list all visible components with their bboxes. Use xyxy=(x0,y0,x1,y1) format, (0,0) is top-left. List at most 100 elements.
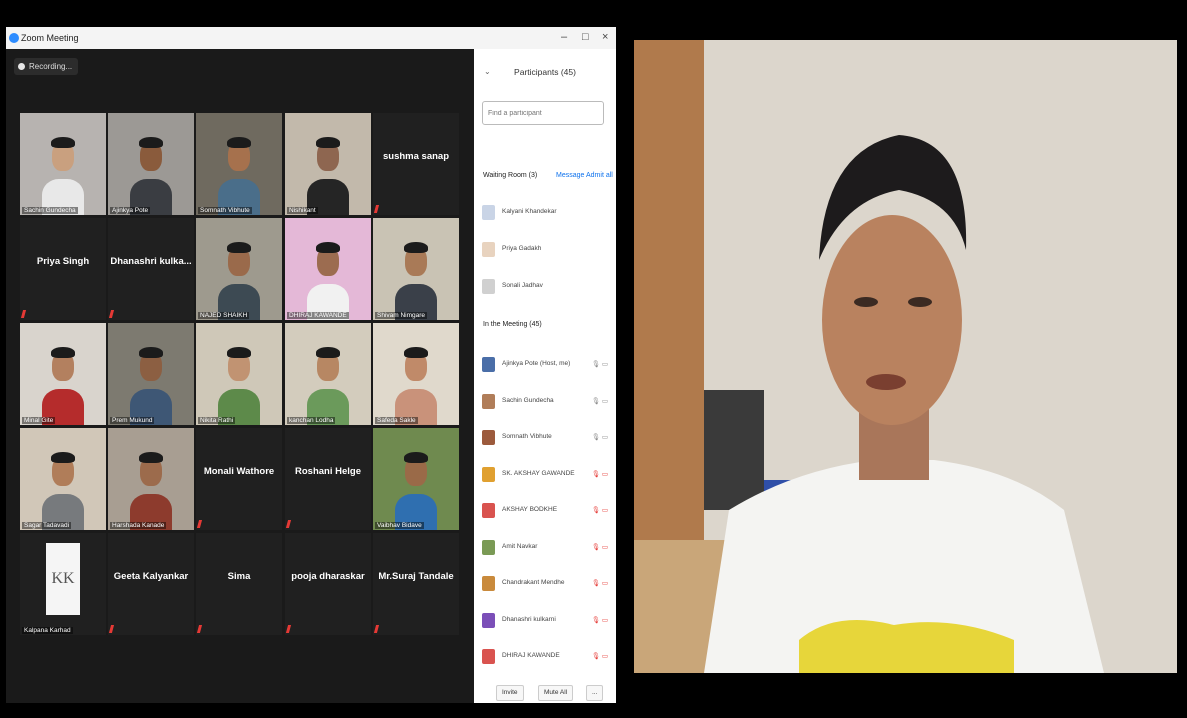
in-meeting-row[interactable]: Somnath Vibhute 🎙 ▭ xyxy=(482,428,612,448)
mic-muted-icon xyxy=(196,520,203,528)
in-meeting-row[interactable]: Sachin Gundecha 🎙 ▭ xyxy=(482,392,612,412)
maximize-button[interactable]: □ xyxy=(582,31,589,43)
minimize-button[interactable]: – xyxy=(561,31,567,43)
mic-muted-icon[interactable]: 🎙 ▭ xyxy=(592,543,608,551)
mic-muted-icon[interactable]: 🎙 ▭ xyxy=(592,652,608,660)
mic-muted-icon[interactable]: 🎙 ▭ xyxy=(592,579,608,587)
participant-hair xyxy=(316,242,340,253)
participant-search-input[interactable] xyxy=(482,101,604,125)
participant-name-label: Nikita Rathi xyxy=(198,417,236,424)
participant-tile[interactable]: Ajinkya Pote xyxy=(108,113,194,215)
participant-tile[interactable]: DHIRAJ KAWANDE xyxy=(285,218,371,320)
participant-tile[interactable]: Harshada Kanade xyxy=(108,428,194,530)
frame-border-bottom-right xyxy=(634,673,1187,718)
participant-name-label: Kalpana Karhad xyxy=(22,627,73,634)
participant-name: Somnath Vibhute xyxy=(502,433,552,440)
mic-icon[interactable]: 🎙 ▭ xyxy=(592,433,608,441)
participant-name-label: Shivam Nimgare xyxy=(375,312,428,319)
mute-all-button[interactable]: Mute All xyxy=(538,685,574,701)
participant-hair xyxy=(139,137,163,148)
more-button[interactable]: ... xyxy=(586,685,604,701)
participant-tile[interactable]: sushma sanap xyxy=(373,113,459,215)
in-meeting-row[interactable]: Chandrakant Mendhe 🎙 ▭ xyxy=(482,574,612,594)
participant-tile[interactable]: Somnath Vibhute xyxy=(196,113,282,215)
participant-tile[interactable]: Geeta Kalyankar xyxy=(108,533,194,635)
participant-hair xyxy=(51,452,75,463)
waiting-room-row[interactable]: Kalyani Khandekar xyxy=(482,203,612,223)
in-meeting-row[interactable]: Ajinkya Pote (Host, me) 🎙 ▭ xyxy=(482,355,612,375)
participant-tile[interactable]: Minal Gite xyxy=(20,323,106,425)
screenshot-collage: Zoom Meeting – □ × Recording... Sachin G… xyxy=(0,0,1187,718)
mouth xyxy=(866,374,906,390)
mic-icon[interactable]: 🎙 ▭ xyxy=(592,397,608,405)
profile-picture: KK xyxy=(46,543,80,615)
message-link[interactable]: Message xyxy=(556,172,584,179)
participant-tile[interactable]: Monali Wathore xyxy=(196,428,282,530)
admit-all-link[interactable]: Admit all xyxy=(586,172,613,179)
participant-tile[interactable]: Sima xyxy=(196,533,282,635)
participant-tile[interactable]: Sagar Tadavadi xyxy=(20,428,106,530)
frame-border-right xyxy=(1177,0,1187,718)
participant-tile[interactable]: Vaibhav Bidave xyxy=(373,428,459,530)
participant-tile[interactable]: Shivam Nimgare xyxy=(373,218,459,320)
in-meeting-label[interactable]: In the Meeting (45) xyxy=(483,321,542,328)
avatar xyxy=(482,539,495,555)
in-meeting-row[interactable]: Dhanashri kulkarni 🎙 ▭ xyxy=(482,611,612,631)
hand-truck xyxy=(704,390,764,510)
participant-tile[interactable]: Safeda Sakle xyxy=(373,323,459,425)
mic-muted-icon[interactable]: 🎙 ▭ xyxy=(592,470,608,478)
in-meeting-row[interactable]: AKSHAY BODKHE 🎙 ▭ xyxy=(482,501,612,521)
face xyxy=(822,215,962,425)
participant-name-text: Roshani Helge xyxy=(295,466,361,477)
avatar xyxy=(482,503,495,518)
participant-name-label: kanchan Lodha xyxy=(287,417,336,424)
participant-tile[interactable]: Nikita Rathi xyxy=(196,323,282,425)
participant-tile[interactable]: Priya Singh xyxy=(20,218,106,320)
in-meeting-row[interactable]: Amit Navkar 🎙 ▭ xyxy=(482,538,612,558)
window-title: Zoom Meeting xyxy=(21,33,79,43)
close-button[interactable]: × xyxy=(602,31,608,43)
participant-name: DHIRAJ KAWANDE xyxy=(502,652,560,659)
in-meeting-row[interactable]: SK. AKSHAY GAWANDE 🎙 ▭ xyxy=(482,465,612,485)
participant-tile[interactable]: Dhanashri kulka... xyxy=(108,218,194,320)
waiting-room-row[interactable]: Sonali Jadhav xyxy=(482,277,612,297)
in-meeting-row[interactable]: DHIRAJ KAWANDE 🎙 ▭ xyxy=(482,647,612,667)
participant-tile[interactable]: Prem Mukund xyxy=(108,323,194,425)
participant-tile[interactable]: KK Kalpana Karhad xyxy=(20,533,106,635)
participant-tile[interactable]: Roshani Helge xyxy=(285,428,371,530)
mic-muted-icon xyxy=(373,625,380,633)
participant-name-text: Geeta Kalyankar xyxy=(113,571,189,582)
speaker-scene xyxy=(634,40,1177,673)
mic-muted-icon[interactable]: 🎙 ▭ xyxy=(592,616,608,624)
participant-name: Kalyani Khandekar xyxy=(502,208,557,215)
participant-name-label: Safeda Sakle xyxy=(375,417,418,424)
waiting-room-label[interactable]: Waiting Room (3) xyxy=(483,172,537,179)
right-eye xyxy=(908,297,932,307)
mic-muted-icon xyxy=(196,625,203,633)
participant-hair xyxy=(51,347,75,358)
participant-tile[interactable]: Mr.Suraj Tandale xyxy=(373,533,459,635)
participant-name-label: Harshada Kanade xyxy=(110,522,167,529)
participant-tile[interactable]: Nishikant xyxy=(285,113,371,215)
mic-muted-icon[interactable]: 🎙 ▭ xyxy=(592,506,608,514)
waiting-room-row[interactable]: Priya Gadakh xyxy=(482,240,612,260)
participant-hair xyxy=(316,137,340,148)
participant-name-text: Mr.Suraj Tandale xyxy=(378,571,454,582)
participant-name-label: Somnath Vibhute xyxy=(198,207,252,214)
participant-name: Dhanashri kulkarni xyxy=(502,615,556,623)
participant-name: Chandrakant Mendhe xyxy=(502,579,565,586)
participant-tile[interactable]: kanchan Lodha xyxy=(285,323,371,425)
participant-name-label: Prem Mukund xyxy=(110,417,155,424)
mic-icon[interactable]: 🎙 ▭ xyxy=(592,360,608,368)
participant-name: SK. AKSHAY GAWANDE xyxy=(502,469,575,477)
participant-tile[interactable]: pooja dharaskar xyxy=(285,533,371,635)
participant-hair xyxy=(51,137,75,148)
participant-tile[interactable]: NAJED SHAIKH xyxy=(196,218,282,320)
recording-indicator[interactable]: Recording... xyxy=(14,58,79,75)
record-icon xyxy=(18,63,25,70)
participant-tile[interactable]: Sachin Gundecha xyxy=(20,113,106,215)
avatar xyxy=(482,393,495,409)
participant-hair xyxy=(227,137,251,148)
participant-name: AKSHAY BODKHE xyxy=(502,506,558,513)
invite-button[interactable]: Invite xyxy=(496,685,524,701)
